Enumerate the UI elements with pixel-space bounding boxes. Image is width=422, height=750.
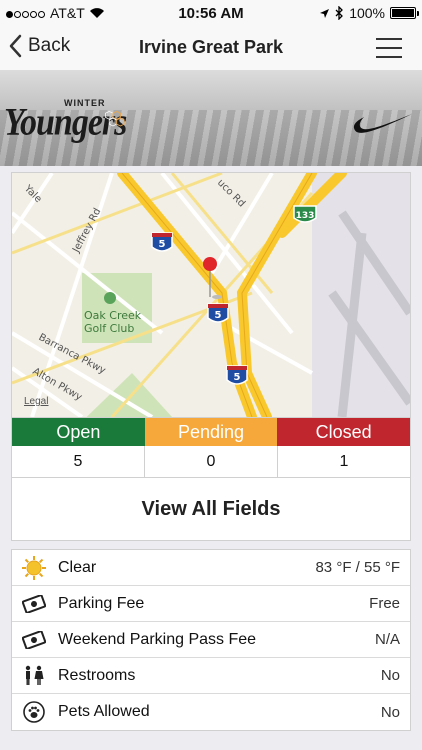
svg-text:5: 5 <box>159 239 166 250</box>
pets-label: Pets Allowed <box>58 703 150 720</box>
status-closed-header: Closed <box>277 418 411 446</box>
weekend-pass-row: Weekend Parking Pass Fee N/A <box>12 622 410 658</box>
closed-count: 1 <box>339 452 349 470</box>
interstate-shield-5c: 5 <box>226 365 248 385</box>
restrooms-value: No <box>380 667 400 684</box>
park-card: 5 5 5 133 Yale Jeffrey Rd uco Rd Oak Cre… <box>11 172 411 541</box>
pets-value: No <box>380 703 400 721</box>
event-banner: WINTER Youngers <box>0 70 422 166</box>
map-label-golf-club: Golf Club <box>84 322 134 335</box>
status-open-header: Open <box>12 418 145 446</box>
menu-icon[interactable] <box>376 38 402 58</box>
svg-text:133: 133 <box>296 211 315 221</box>
page-title: Irvine Great Park <box>138 37 284 57</box>
cash-icon <box>20 628 48 652</box>
restrooms-row: Restrooms No <box>12 658 410 694</box>
nike-swoosh-icon <box>353 114 412 133</box>
parking-fee-value: Free <box>369 595 400 612</box>
view-all-fields-button[interactable]: View All Fields <box>12 478 410 540</box>
weather-label: Clear <box>58 558 97 576</box>
location-arrow-icon <box>320 8 330 18</box>
svg-text:5: 5 <box>234 372 241 383</box>
bluetooth-icon <box>335 6 344 20</box>
interstate-shield-5: 5 <box>151 232 173 252</box>
weekend-pass-label: Weekend Parking Pass Fee <box>58 630 257 648</box>
map-label-oak-creek: Oak Creek <box>84 309 142 322</box>
map-label-uco: uco Rd <box>215 177 247 209</box>
field-status-counts: 5 0 1 <box>12 446 410 478</box>
sun-icon <box>20 555 48 580</box>
map-graphic: 5 5 5 133 Yale Jeffrey Rd uco Rd Oak Cre… <box>12 173 410 417</box>
restrooms-label: Restrooms <box>58 666 136 684</box>
parking-fee-row: Parking Fee Free <box>12 586 410 622</box>
weather-row: Clear 83 °F / 55 °F <box>12 550 410 586</box>
pending-count: 0 <box>145 446 278 477</box>
status-bar: AT&T 10:56 AM 100% <box>0 0 422 26</box>
cash-icon <box>20 592 48 616</box>
field-status-header: Open Pending Closed <box>12 418 411 446</box>
open-count: 5 <box>12 446 145 477</box>
nav-bar: Back Irvine Great Park <box>0 26 422 70</box>
field-status-table: Open Pending Closed 5 0 1 <box>12 417 411 478</box>
pets-row: Pets Allowed No <box>12 694 410 730</box>
parking-fee-label: Parking Fee <box>58 594 145 612</box>
hexagon-logo-icon <box>105 110 125 127</box>
interstate-shield-5b: 5 <box>207 303 229 323</box>
weather-value: 83 °F / 55 °F <box>315 559 400 576</box>
park-map[interactable]: 5 5 5 133 Yale Jeffrey Rd uco Rd Oak Cre… <box>12 173 410 417</box>
paw-icon <box>20 700 48 724</box>
status-right: 100% <box>319 5 419 21</box>
battery-percent: 100% <box>349 5 385 21</box>
restroom-icon <box>20 664 48 688</box>
state-route-shield-133: 133 <box>293 205 317 223</box>
map-legal-link[interactable]: Legal <box>24 396 48 407</box>
battery-icon <box>390 7 419 19</box>
park-info-list: Clear 83 °F / 55 °F Parking Fee Free Wee… <box>11 549 411 731</box>
status-pending-header: Pending <box>144 418 278 446</box>
weekend-pass-value: N/A <box>374 631 400 648</box>
svg-text:5: 5 <box>215 310 222 321</box>
